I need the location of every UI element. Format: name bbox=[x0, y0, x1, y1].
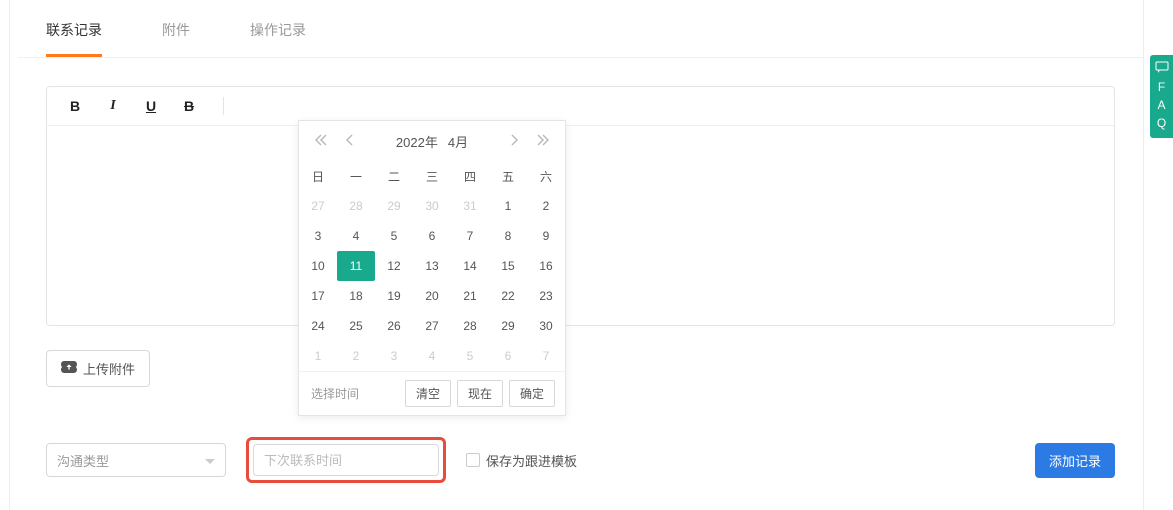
calendar-footer: 选择时间 清空 现在 确定 bbox=[299, 371, 565, 415]
calendar-day[interactable]: 6 bbox=[413, 221, 451, 251]
calendar-day[interactable]: 8 bbox=[489, 221, 527, 251]
calendar-day[interactable]: 24 bbox=[299, 311, 337, 341]
calendar-day[interactable]: 28 bbox=[337, 191, 375, 221]
bold-icon[interactable]: B bbox=[67, 98, 83, 114]
calendar-weekday: 六 bbox=[527, 161, 565, 191]
calendar-day[interactable]: 28 bbox=[451, 311, 489, 341]
main-panel: 联系记录 附件 操作记录 B I U B 上传附件 沟通类型 bbox=[18, 0, 1143, 510]
calendar-day[interactable]: 27 bbox=[413, 311, 451, 341]
faq-letter-a: A bbox=[1150, 96, 1173, 114]
calendar-day[interactable]: 26 bbox=[375, 311, 413, 341]
editor-toolbar: B I U B bbox=[47, 87, 1114, 126]
calendar-day[interactable]: 17 bbox=[299, 281, 337, 311]
calendar-day[interactable]: 30 bbox=[527, 311, 565, 341]
upload-attachment-label: 上传附件 bbox=[83, 359, 135, 378]
calendar-day[interactable]: 1 bbox=[299, 341, 337, 371]
next-contact-time-highlighted bbox=[246, 437, 446, 483]
prev-month-icon[interactable] bbox=[341, 131, 357, 151]
calendar-weekday: 日 bbox=[299, 161, 337, 191]
calendar-weekday: 二 bbox=[375, 161, 413, 191]
rich-text-editor[interactable]: B I U B bbox=[46, 86, 1115, 326]
calendar-day[interactable]: 20 bbox=[413, 281, 451, 311]
date-picker-popover: 2022年 4月 日一二三四五六 27282930311234567891011… bbox=[298, 120, 566, 416]
calendar-day[interactable]: 10 bbox=[299, 251, 337, 281]
calendar-weekday: 四 bbox=[451, 161, 489, 191]
upload-attachment-button[interactable]: 上传附件 bbox=[46, 350, 150, 387]
calendar-day[interactable]: 22 bbox=[489, 281, 527, 311]
tab-attachments[interactable]: 附件 bbox=[162, 20, 190, 57]
communication-type-select[interactable]: 沟通类型 bbox=[46, 443, 226, 477]
calendar-weekday: 三 bbox=[413, 161, 451, 191]
calendar-day[interactable]: 4 bbox=[413, 341, 451, 371]
calendar-day[interactable]: 6 bbox=[489, 341, 527, 371]
tab-operation-records[interactable]: 操作记录 bbox=[250, 20, 306, 57]
next-contact-time-input[interactable] bbox=[253, 444, 439, 476]
save-template-label: 保存为跟进模板 bbox=[486, 451, 577, 470]
calendar-day[interactable]: 21 bbox=[451, 281, 489, 311]
save-as-template-checkbox[interactable]: 保存为跟进模板 bbox=[466, 451, 577, 470]
calendar-day[interactable]: 5 bbox=[375, 221, 413, 251]
chevron-down-icon bbox=[205, 453, 215, 468]
ok-button[interactable]: 确定 bbox=[509, 380, 555, 407]
faq-icon bbox=[1155, 64, 1169, 78]
calendar-day[interactable]: 3 bbox=[375, 341, 413, 371]
bottom-controls: 沟通类型 保存为跟进模板 添加记录 bbox=[46, 437, 1115, 483]
calendar-day[interactable]: 12 bbox=[375, 251, 413, 281]
underline-icon[interactable]: U bbox=[143, 98, 159, 114]
calendar-day[interactable]: 2 bbox=[527, 191, 565, 221]
content-area: B I U B 上传附件 沟通类型 bbox=[18, 58, 1143, 483]
select-time-link[interactable]: 选择时间 bbox=[309, 385, 359, 402]
calendar-day[interactable]: 2 bbox=[337, 341, 375, 371]
add-record-button[interactable]: 添加记录 bbox=[1035, 443, 1115, 478]
calendar-day[interactable]: 25 bbox=[337, 311, 375, 341]
next-month-icon[interactable] bbox=[507, 131, 523, 151]
calendar-day[interactable]: 30 bbox=[413, 191, 451, 221]
calendar-day[interactable]: 23 bbox=[527, 281, 565, 311]
calendar-day[interactable]: 19 bbox=[375, 281, 413, 311]
faq-letter-q: Q bbox=[1150, 114, 1173, 132]
prev-year-icon[interactable] bbox=[311, 131, 331, 151]
cloud-upload-icon bbox=[61, 361, 77, 376]
calendar-day[interactable]: 27 bbox=[299, 191, 337, 221]
calendar-day[interactable]: 3 bbox=[299, 221, 337, 251]
calendar-day[interactable]: 29 bbox=[375, 191, 413, 221]
calendar-day[interactable]: 13 bbox=[413, 251, 451, 281]
tab-contact-records[interactable]: 联系记录 bbox=[46, 20, 102, 57]
checkbox-icon bbox=[466, 453, 480, 467]
calendar-day[interactable]: 9 bbox=[527, 221, 565, 251]
next-year-icon[interactable] bbox=[533, 131, 553, 151]
clear-button[interactable]: 清空 bbox=[405, 380, 451, 407]
calendar-month-label[interactable]: 4月 bbox=[448, 132, 468, 151]
calendar-weekday: 五 bbox=[489, 161, 527, 191]
tabs-bar: 联系记录 附件 操作记录 bbox=[18, 0, 1143, 58]
calendar-day[interactable]: 4 bbox=[337, 221, 375, 251]
calendar-day[interactable]: 7 bbox=[451, 221, 489, 251]
calendar-year-label[interactable]: 2022年 bbox=[396, 132, 438, 151]
calendar-weekday: 一 bbox=[337, 161, 375, 191]
calendar-day[interactable]: 7 bbox=[527, 341, 565, 371]
calendar-day[interactable]: 1 bbox=[489, 191, 527, 221]
calendar-day[interactable]: 18 bbox=[337, 281, 375, 311]
italic-icon[interactable]: I bbox=[105, 98, 121, 114]
faq-side-tab[interactable]: F A Q bbox=[1150, 55, 1173, 138]
calendar-day[interactable]: 29 bbox=[489, 311, 527, 341]
now-button[interactable]: 现在 bbox=[457, 380, 503, 407]
calendar-day[interactable]: 5 bbox=[451, 341, 489, 371]
faq-letter-f: F bbox=[1150, 78, 1173, 96]
calendar-grid: 日一二三四五六 27282930311234567891011121314151… bbox=[299, 161, 565, 371]
calendar-day[interactable]: 16 bbox=[527, 251, 565, 281]
toolbar-separator bbox=[223, 97, 224, 115]
select-placeholder: 沟通类型 bbox=[57, 451, 109, 470]
calendar-day[interactable]: 14 bbox=[451, 251, 489, 281]
calendar-day[interactable]: 31 bbox=[451, 191, 489, 221]
calendar-day[interactable]: 15 bbox=[489, 251, 527, 281]
calendar-day[interactable]: 11 bbox=[337, 251, 375, 281]
calendar-header: 2022年 4月 bbox=[299, 121, 565, 161]
strikethrough-icon[interactable]: B bbox=[181, 98, 197, 114]
